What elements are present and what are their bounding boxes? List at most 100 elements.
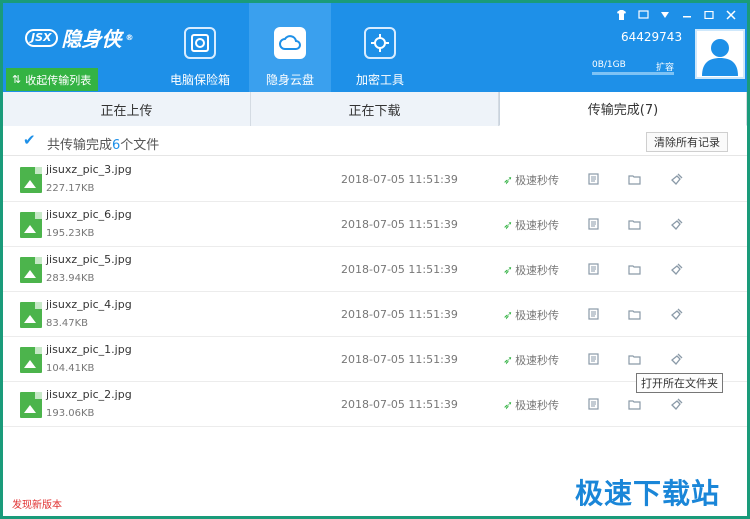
tab-completed[interactable]: 传输完成(7): [499, 92, 747, 126]
watermark: 极速下载站: [575, 477, 721, 510]
transfer-status-label: 极速秒传: [515, 219, 560, 232]
open-folder-icon[interactable]: [626, 216, 642, 232]
collapse-transfer-list-button[interactable]: ⇅ 收起传输列表: [6, 68, 98, 91]
rocket-icon: ➶: [503, 353, 514, 367]
transfer-status-label: 极速秒传: [515, 264, 560, 277]
window-controls: [611, 7, 741, 22]
check-icon: ✔: [23, 131, 36, 149]
file-date: 2018-07-05 11:51:39: [341, 353, 458, 366]
transfer-status-label: 极速秒传: [515, 309, 560, 322]
transfer-status: ➶ 极速秒传: [503, 397, 559, 413]
open-folder-icon[interactable]: [626, 396, 642, 412]
open-folder-icon[interactable]: [626, 306, 642, 322]
file-name: jisuxz_pic_1.jpg: [46, 343, 132, 356]
image-file-icon: [20, 347, 42, 373]
nav-cloud-drive-label: 隐身云盘: [265, 73, 314, 87]
nav-encrypt-tools-label: 加密工具: [355, 73, 404, 87]
file-row[interactable]: jisuxz_pic_3.jpg 227.17KB 2018-07-05 11:51…: [3, 157, 747, 202]
nav-safe-box-label: 电脑保险箱: [169, 73, 230, 87]
clear-record-icon[interactable]: [669, 261, 685, 277]
menu-icon[interactable]: [655, 7, 675, 22]
file-details-icon[interactable]: [585, 261, 601, 277]
app-logo: JSX 隐身侠 ®: [25, 23, 134, 52]
nav-cloud-drive[interactable]: 隐身云盘: [249, 3, 331, 92]
file-name: jisuxz_pic_3.jpg: [46, 163, 132, 176]
maximize-icon[interactable]: [699, 7, 719, 22]
rocket-icon: ➶: [503, 218, 514, 232]
file-name: jisuxz_pic_2.jpg: [46, 388, 132, 401]
file-date: 2018-07-05 11:51:39: [341, 263, 458, 276]
file-name: jisuxz_pic_5.jpg: [46, 253, 132, 266]
registered-mark: ®: [125, 33, 134, 42]
image-file-icon: [20, 167, 42, 193]
file-name: jisuxz_pic_6.jpg: [46, 208, 132, 221]
close-icon[interactable]: [721, 7, 741, 22]
summary-bar: ✔ 共传输完成6个文件 清除所有记录: [3, 126, 747, 156]
transfer-status: ➶ 极速秒传: [503, 172, 559, 188]
file-details-icon[interactable]: [585, 396, 601, 412]
file-size: 83.47KB: [46, 318, 89, 329]
file-size: 227.17KB: [46, 183, 95, 194]
quota-bar: [592, 72, 674, 75]
open-folder-icon[interactable]: [626, 351, 642, 367]
file-row[interactable]: jisuxz_pic_6.jpg 195.23KB 2018-07-05 11:51…: [3, 202, 747, 247]
file-name: jisuxz_pic_4.jpg: [46, 298, 132, 311]
rocket-icon: ➶: [503, 263, 514, 277]
user-id: 64429743: [621, 30, 683, 44]
file-details-icon[interactable]: [585, 351, 601, 367]
tab-uploading[interactable]: 正在上传: [3, 92, 251, 126]
file-details-icon[interactable]: [585, 216, 601, 232]
file-size: 193.06KB: [46, 408, 95, 419]
transfer-tabs: 正在上传 正在下载 传输完成(7): [3, 92, 747, 126]
summary-suffix: 个文件: [120, 138, 160, 153]
transfer-status: ➶ 极速秒传: [503, 352, 559, 368]
app-window: JSX 隐身侠 ® 电脑保险箱 隐身云盘 加密工具 64429743 0B/1G…: [3, 3, 747, 516]
transfer-status: ➶ 极速秒传: [503, 217, 559, 233]
clear-record-icon[interactable]: [669, 216, 685, 232]
file-details-icon[interactable]: [585, 306, 601, 322]
brand-mark: JSX: [25, 28, 58, 47]
avatar[interactable]: [695, 29, 745, 79]
rocket-icon: ➶: [503, 173, 514, 187]
image-file-icon: [20, 212, 42, 238]
image-file-icon: [20, 257, 42, 283]
clear-all-records-button[interactable]: 清除所有记录: [646, 132, 728, 152]
new-version-link[interactable]: 发现新版本: [12, 496, 62, 511]
minimize-icon[interactable]: [677, 7, 697, 22]
skin-icon[interactable]: [611, 7, 631, 22]
file-row[interactable]: jisuxz_pic_5.jpg 283.94KB 2018-07-05 11:51…: [3, 247, 747, 292]
user-avatar-icon: [702, 39, 738, 76]
tab-downloading[interactable]: 正在下载: [251, 92, 499, 126]
file-date: 2018-07-05 11:51:39: [341, 218, 458, 231]
transfer-status-label: 极速秒传: [515, 399, 560, 412]
transfer-arrows-icon: ⇅: [12, 73, 22, 86]
clear-record-icon[interactable]: [669, 306, 685, 322]
summary-text: 共传输完成6个文件: [47, 134, 159, 153]
nav-encrypt-tools[interactable]: 加密工具: [339, 3, 421, 92]
clear-record-icon[interactable]: [669, 171, 685, 187]
transfer-status-label: 极速秒传: [515, 354, 560, 367]
rocket-icon: ➶: [503, 308, 514, 322]
file-size: 104.41KB: [46, 363, 95, 374]
cloud-icon: [274, 27, 306, 59]
header-bar: JSX 隐身侠 ® 电脑保险箱 隐身云盘 加密工具 64429743 0B/1G…: [3, 3, 747, 92]
file-details-icon[interactable]: [585, 171, 601, 187]
image-file-icon: [20, 392, 42, 418]
open-folder-tooltip: 打开所在文件夹: [636, 373, 723, 393]
clear-record-icon[interactable]: [669, 396, 685, 412]
open-folder-icon[interactable]: [626, 171, 642, 187]
summary-prefix: 共传输完成: [47, 138, 113, 153]
file-size: 283.94KB: [46, 273, 95, 284]
clear-record-icon[interactable]: [669, 351, 685, 367]
file-date: 2018-07-05 11:51:39: [341, 173, 458, 186]
file-size: 195.23KB: [46, 228, 95, 239]
transfer-status: ➶ 极速秒传: [503, 307, 559, 323]
feedback-icon[interactable]: [633, 7, 653, 22]
file-date: 2018-07-05 11:51:39: [341, 308, 458, 321]
open-folder-icon[interactable]: [626, 261, 642, 277]
rocket-icon: ➶: [503, 398, 514, 412]
file-row[interactable]: jisuxz_pic_4.jpg 83.47KB 2018-07-05 11:51:…: [3, 292, 747, 337]
collapse-transfer-list-label: 收起传输列表: [25, 73, 92, 87]
nav-safe-box[interactable]: 电脑保险箱: [159, 3, 241, 92]
transfer-status: ➶ 极速秒传: [503, 262, 559, 278]
